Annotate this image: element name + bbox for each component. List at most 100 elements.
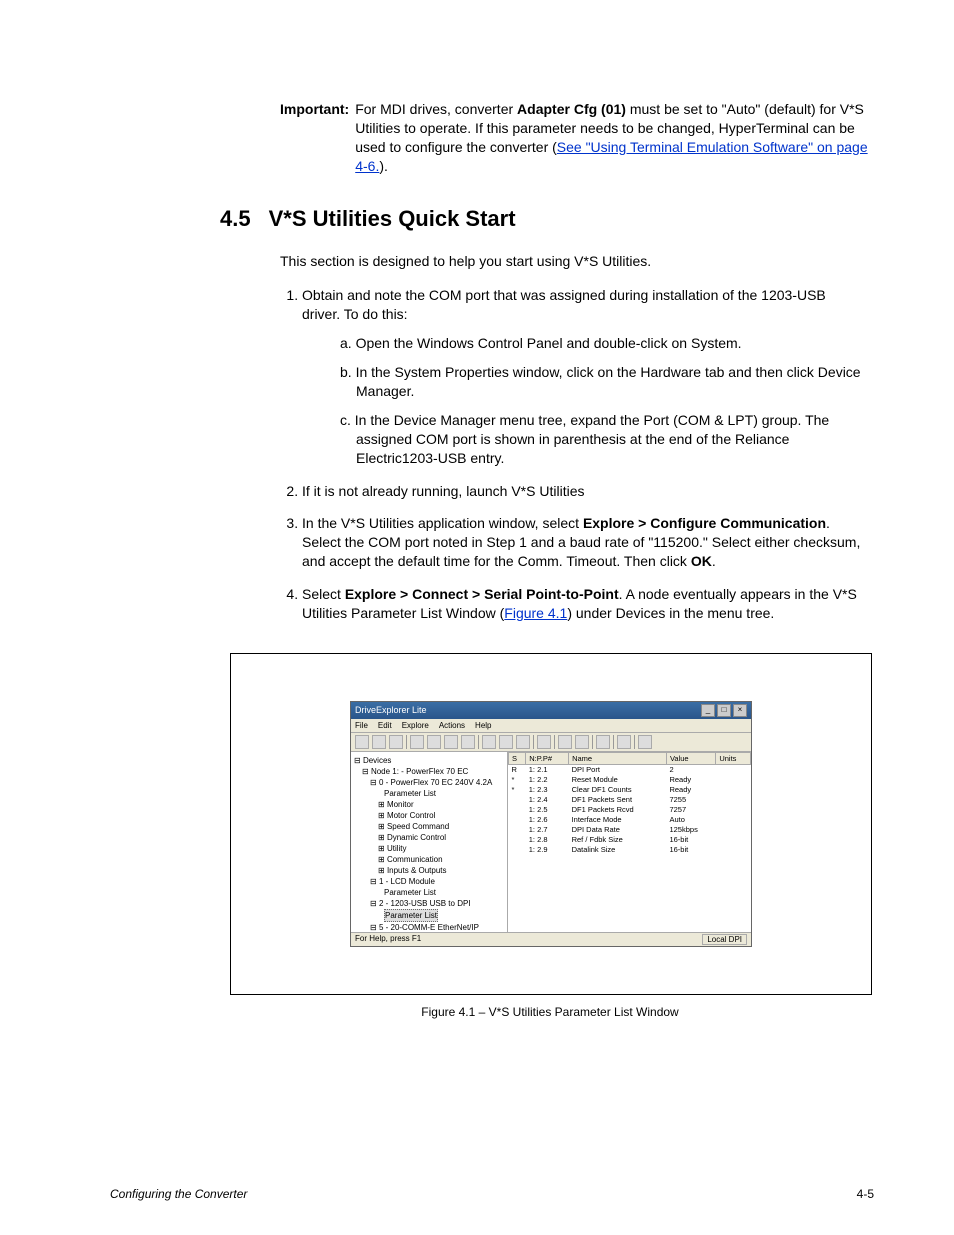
minimize-icon[interactable]: _: [701, 704, 715, 717]
tb-brush-icon[interactable]: [617, 735, 631, 749]
tree-n1c: ⊟ 0 - PowerFlex 70 EC 240V 4.2A: [354, 777, 504, 788]
cell-units: [716, 785, 751, 795]
tree-pane[interactable]: ⊟ Devices ⊟ Node 1: - PowerFlex 70 EC ⊟ …: [351, 752, 508, 932]
cell-value: Auto: [666, 815, 715, 825]
cell-s: *: [509, 785, 526, 795]
col-units[interactable]: Units: [716, 752, 751, 764]
cell-units: [716, 835, 751, 845]
cell-name: DPI Data Rate: [569, 825, 667, 835]
tb-sep-2: [478, 735, 479, 749]
tb-drop-icon[interactable]: [499, 735, 513, 749]
tb-sep-4: [554, 735, 555, 749]
important-label: Important:: [280, 100, 349, 176]
cell-np: 1: 2.6: [526, 815, 569, 825]
table-row[interactable]: R1: 2.1DPI Port2: [509, 764, 751, 775]
cell-name: Clear DF1 Counts: [569, 785, 667, 795]
tb-open-icon[interactable]: [372, 735, 386, 749]
tree-mc: ⊞ Motor Control: [354, 810, 504, 821]
app-window: DriveExplorer Lite _ □ × File Edit Explo…: [350, 701, 752, 947]
col-name[interactable]: Name: [569, 752, 667, 764]
cell-name: Datalink Size: [569, 845, 667, 855]
cell-np: 1: 2.8: [526, 835, 569, 845]
tree-n1-label[interactable]: Node 1: - PowerFlex 70 EC: [371, 767, 468, 776]
grid-pane[interactable]: S N:P.P# Name Value Units R1: 2.1DPI Por…: [508, 752, 751, 932]
tb-print-icon[interactable]: [461, 735, 475, 749]
cell-units: [716, 764, 751, 775]
close-icon[interactable]: ×: [733, 704, 747, 717]
cell-units: [716, 775, 751, 785]
imp-text-3: ).: [379, 158, 388, 174]
tb-sep-7: [634, 735, 635, 749]
maximize-icon[interactable]: □: [717, 704, 731, 717]
s3a: In the V*S Utilities application window,…: [302, 515, 583, 531]
tb-sep-5: [592, 735, 593, 749]
menubar: File Edit Explore Actions Help: [351, 719, 751, 733]
tree-root-label[interactable]: Devices: [363, 756, 391, 765]
tb-new-icon[interactable]: [355, 735, 369, 749]
tb-info-icon[interactable]: [537, 735, 551, 749]
table-row[interactable]: *1: 2.2Reset ModuleReady: [509, 775, 751, 785]
step-2: If it is not already running, launch V*S…: [302, 482, 874, 501]
cell-s: *: [509, 775, 526, 785]
footer-right: 4-5: [857, 1187, 874, 1201]
step-1b: b. In the System Properties window, clic…: [340, 363, 864, 401]
cell-value: 16-bit: [666, 835, 715, 845]
tree-n1c-label[interactable]: 0 - PowerFlex 70 EC 240V 4.2A: [379, 778, 492, 787]
tree-pl2[interactable]: Parameter List: [354, 887, 504, 898]
cell-s: [509, 825, 526, 835]
tb-wizard-icon[interactable]: [482, 735, 496, 749]
cell-s: [509, 835, 526, 845]
s3b: Explore > Configure Communication: [583, 515, 826, 531]
toolbar: [351, 733, 751, 752]
cell-name: Ref / Fdbk Size: [569, 835, 667, 845]
menu-edit[interactable]: Edit: [378, 721, 392, 730]
col-value[interactable]: Value: [666, 752, 715, 764]
table-row[interactable]: 1: 2.7DPI Data Rate125kbps: [509, 825, 751, 835]
tree-ut: ⊞ Utility: [354, 843, 504, 854]
param-table: S N:P.P# Name Value Units R1: 2.1DPI Por…: [508, 752, 751, 855]
step-1-sublist: a. Open the Windows Control Panel and do…: [302, 334, 864, 467]
table-header-row: S N:P.P# Name Value Units: [509, 752, 751, 764]
table-row[interactable]: 1: 2.5DF1 Packets Rcvd7257: [509, 805, 751, 815]
table-row[interactable]: 1: 2.8Ref / Fdbk Size16-bit: [509, 835, 751, 845]
table-row[interactable]: 1: 2.6Interface ModeAuto: [509, 815, 751, 825]
tree-root: ⊟ Devices: [354, 755, 504, 766]
table-row[interactable]: *1: 2.3Clear DF1 CountsReady: [509, 785, 751, 795]
s4a: Select: [302, 586, 345, 602]
s4-link[interactable]: Figure 4.1: [504, 605, 567, 621]
cell-s: [509, 805, 526, 815]
menu-explore[interactable]: Explore: [402, 721, 429, 730]
col-np[interactable]: N:P.P#: [526, 752, 569, 764]
cell-value: 125kbps: [666, 825, 715, 835]
tb-num-icon[interactable]: [596, 735, 610, 749]
cell-units: [716, 795, 751, 805]
cell-value: 16-bit: [666, 845, 715, 855]
tb-sep-1: [406, 735, 407, 749]
menu-actions[interactable]: Actions: [439, 721, 465, 730]
table-row[interactable]: 1: 2.4DF1 Packets Sent7255: [509, 795, 751, 805]
tb-help-icon[interactable]: [638, 735, 652, 749]
step-1c: c. In the Device Manager menu tree, expa…: [340, 411, 864, 468]
step-1a: a. Open the Windows Control Panel and do…: [340, 334, 864, 353]
tb-paste-icon[interactable]: [444, 735, 458, 749]
s4b: Explore > Connect > Serial Point-to-Poin…: [345, 586, 619, 602]
tb-upload-icon[interactable]: [558, 735, 572, 749]
important-body: For MDI drives, converter Adapter Cfg (0…: [355, 100, 874, 176]
menu-file[interactable]: File: [355, 721, 368, 730]
col-s[interactable]: S: [509, 752, 526, 764]
cell-name: DPI Port: [569, 764, 667, 775]
cell-units: [716, 815, 751, 825]
menu-help[interactable]: Help: [475, 721, 491, 730]
imp-text-1: For MDI drives, converter: [355, 101, 517, 117]
cell-np: 1: 2.4: [526, 795, 569, 805]
tree-pl1[interactable]: Parameter List: [354, 788, 504, 799]
tree-mon: ⊞ Monitor: [354, 799, 504, 810]
tb-calc-icon[interactable]: [516, 735, 530, 749]
figure-caption: Figure 4.1 – V*S Utilities Parameter Lis…: [230, 1005, 870, 1019]
tb-copy-icon[interactable]: [427, 735, 441, 749]
table-row[interactable]: 1: 2.9Datalink Size16-bit: [509, 845, 751, 855]
tb-save-icon[interactable]: [389, 735, 403, 749]
tb-download-icon[interactable]: [575, 735, 589, 749]
figure-frame: DriveExplorer Lite _ □ × File Edit Explo…: [230, 653, 872, 995]
tb-cut-icon[interactable]: [410, 735, 424, 749]
